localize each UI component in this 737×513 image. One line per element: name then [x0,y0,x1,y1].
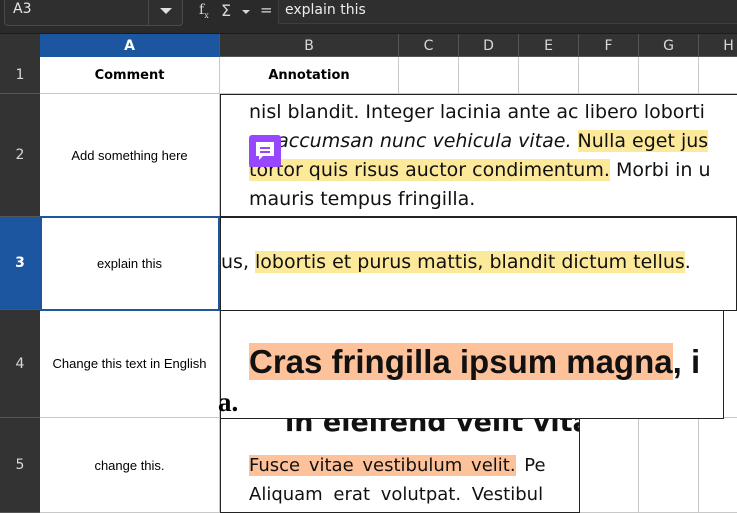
row-header-3[interactable]: 3 [0,217,40,310]
column-header-c[interactable]: C [399,34,459,57]
image-text-line: tortor quis risus auctor condimentum. Mo… [249,159,711,181]
row-header-4[interactable]: 4 [0,310,40,418]
cell-f1[interactable] [579,57,639,94]
plain-text: . [684,251,691,273]
name-box[interactable]: A3 [4,0,183,26]
highlighted-text: tortor quis risus auctor condimentum. [249,159,610,181]
plain-text: us, [221,251,256,273]
annotation-image-row-2[interactable]: nisl blandit. Integer lacinia ante ac li… [220,94,737,217]
cell-a5[interactable]: change this. [40,418,220,513]
spill-text: a. [218,387,239,417]
equals-icon[interactable]: = [260,1,273,19]
cell-a2[interactable]: Add something here [40,94,220,217]
image-text-line: us, lobortis et purus mattis, blandit di… [221,251,691,273]
name-box-dropdown-button[interactable] [148,0,182,25]
column-headers: A B C D E F G H [0,34,737,57]
formula-bar: A3 fx Σ = explain this [0,0,737,34]
row-header-1[interactable]: 1 [0,57,40,94]
column-header-b[interactable]: B [220,34,399,57]
image-heading: Cras fringilla ipsum magna, i [249,343,700,381]
image-text-line: Aliquam erat volutpat. Vestibul [249,484,544,505]
cell-h1[interactable] [699,57,737,94]
comment-icon[interactable] [249,135,281,167]
cell-g1[interactable] [639,57,699,94]
annotation-image-row-3[interactable]: us, lobortis et purus mattis, blandit di… [220,217,737,311]
cell-c1[interactable] [399,57,459,94]
highlighted-text: Cras fringilla ipsum magna [249,343,673,380]
name-box-value[interactable]: A3 [13,1,31,17]
cell-d1[interactable] [459,57,519,94]
highlighted-text: Fusce vitae vestibulum velit. [249,455,516,476]
annotation-image-row-4[interactable]: Cras fringilla ipsum magna, i [220,310,724,419]
formula-input[interactable]: explain this [278,0,737,24]
plain-text: Pe [515,455,546,476]
image-text-line: ac accumsan nunc vehicula vitae. Nulla e… [249,130,709,152]
cell-h5[interactable] [699,418,737,513]
cell-f5[interactable] [579,418,639,513]
column-header-e[interactable]: E [519,34,579,57]
row-header-5[interactable]: 5 [0,418,40,513]
image-text-line: mauris tempus fringilla. [249,188,476,210]
column-header-f[interactable]: F [579,34,639,57]
spreadsheet-grid: Comment Annotation Add something here ex… [40,57,737,513]
row-header-2[interactable]: 2 [0,94,40,217]
column-header-g[interactable]: G [639,34,699,57]
sigma-icon[interactable]: Σ [221,1,231,20]
column-header-h[interactable]: H [699,34,737,57]
highlighted-text: Nulla eget jus [577,130,709,152]
column-header-a[interactable]: A [40,34,220,57]
highlighted-text: lobortis et purus mattis, blandit dictum… [255,251,685,273]
annotation-image-row-5[interactable]: in eleifend velit vitae Fusce vitae vest… [220,418,580,513]
image-text-line: nisl blandit. Integer lacinia ante ac li… [249,101,705,123]
function-wizard-icon[interactable]: fx [199,2,209,20]
plain-text: Morbi in u [615,159,711,181]
cell-a3[interactable]: explain this [40,217,220,310]
image-text-line: Fusce vitae vestibulum velit. Pe [249,455,546,476]
plain-text: , i [672,343,701,380]
image-heading: in eleifend velit vitae [285,418,580,438]
italic-text: ac accumsan nunc vehicula vitae. [249,130,572,152]
cell-e1[interactable] [519,57,579,94]
select-all-corner[interactable] [0,34,40,57]
sigma-dropdown-icon[interactable] [242,10,250,14]
chevron-down-icon [159,8,172,14]
cell-a4[interactable]: Change this text in English [40,310,220,418]
cell-a1[interactable]: Comment [40,57,220,94]
column-header-d[interactable]: D [459,34,519,57]
cell-b1[interactable]: Annotation [220,57,399,94]
cell-g5[interactable] [639,418,699,513]
